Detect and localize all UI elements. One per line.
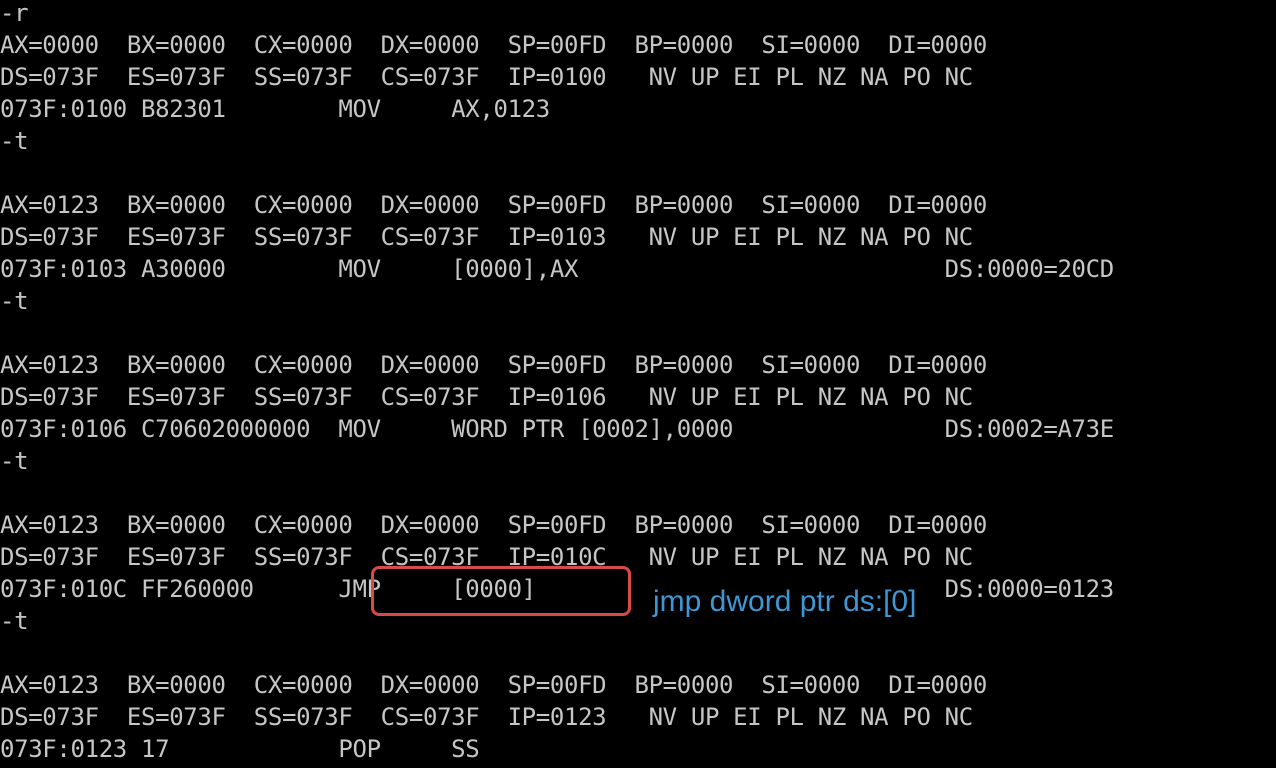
- terminal-line: AX=0000 BX=0000 CX=0000 DX=0000 SP=00FD …: [0, 31, 987, 59]
- terminal-output: -r AX=0000 BX=0000 CX=0000 DX=0000 SP=00F…: [0, 0, 1114, 765]
- terminal-line: -t: [0, 127, 29, 155]
- jmp-instruction-highlight: [371, 566, 631, 616]
- terminal-line: -t: [0, 447, 29, 475]
- terminal-line: AX=0123 BX=0000 CX=0000 DX=0000 SP=00FD …: [0, 511, 987, 539]
- terminal-line: AX=0123 BX=0000 CX=0000 DX=0000 SP=00FD …: [0, 351, 987, 379]
- terminal-line: -r: [0, 0, 29, 27]
- terminal-line: 073F:0123 17 POP SS: [0, 735, 480, 763]
- terminal-line: DS=073F ES=073F SS=073F CS=073F IP=0100 …: [0, 63, 973, 91]
- terminal-line: 073F:0100 B82301 MOV AX,0123: [0, 95, 550, 123]
- terminal-line: DS=073F ES=073F SS=073F CS=073F IP=0106 …: [0, 383, 973, 411]
- debug-terminal-window: -r AX=0000 BX=0000 CX=0000 DX=0000 SP=00F…: [0, 0, 1276, 768]
- terminal-line: DS=073F ES=073F SS=073F CS=073F IP=0103 …: [0, 223, 973, 251]
- terminal-line: 073F:0103 A30000 MOV [0000],AX DS:0000=2…: [0, 255, 1114, 283]
- terminal-line: DS=073F ES=073F SS=073F CS=073F IP=0123 …: [0, 703, 973, 731]
- terminal-line: -t: [0, 287, 29, 315]
- terminal-line: AX=0123 BX=0000 CX=0000 DX=0000 SP=00FD …: [0, 671, 987, 699]
- terminal-line: AX=0123 BX=0000 CX=0000 DX=0000 SP=00FD …: [0, 191, 987, 219]
- terminal-line: 073F:0106 C70602000000 MOV WORD PTR [000…: [0, 415, 1114, 443]
- jmp-annotation-note: jmp dword ptr ds:[0]: [653, 585, 917, 618]
